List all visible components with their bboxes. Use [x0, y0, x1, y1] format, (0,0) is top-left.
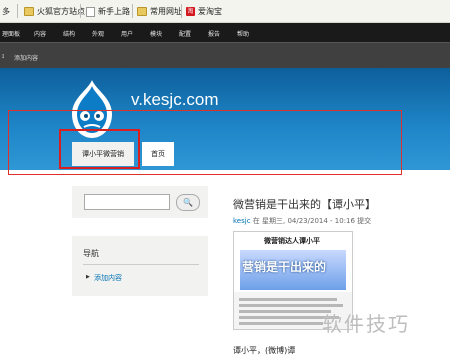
article-body: 谭小平，(微博)谭: [233, 346, 296, 355]
poster-heading: 微营销达人谭小平: [264, 237, 320, 245]
divider: [83, 264, 199, 265]
menu-item-modules[interactable]: 模块: [150, 29, 162, 38]
shortcut-marker: ɪ: [2, 53, 5, 60]
folder-icon: [24, 7, 34, 16]
menu-item-reports[interactable]: 报告: [208, 29, 220, 38]
bookmark-taobao[interactable]: 淘爱淘宝: [186, 6, 222, 17]
article-title[interactable]: 微营销是干出来的【谭小平】: [233, 196, 376, 212]
menu-item-content[interactable]: 内容: [34, 29, 46, 38]
article-meta: kesjc 在 星期三, 04/23/2014 - 10:16 提交: [233, 217, 372, 225]
toolbar-separator: [17, 4, 18, 18]
search-input[interactable]: [84, 194, 170, 210]
poster-top: 微营销达人谭小平: [234, 232, 352, 248]
menu-item-appearance[interactable]: 外观: [92, 29, 104, 38]
admin-menu-bar: 理面板 内容 结构 外观 用户 模块 配置 报告 帮助: [0, 23, 450, 42]
menu-item-configuration[interactable]: 配置: [179, 29, 191, 38]
toolbar-separator: [132, 4, 133, 18]
watermark: 软件技巧: [322, 312, 410, 336]
author-link[interactable]: kesjc: [233, 217, 251, 225]
menu-item-dashboard[interactable]: 理面板: [2, 29, 20, 38]
tab-home[interactable]: 首页: [142, 142, 174, 166]
search-block: 🔍: [72, 186, 208, 218]
navigation-block: 导航 ▶ 添加内容: [72, 236, 208, 296]
shortcut-bar: ɪ 添加内容: [0, 42, 450, 69]
toolbar-separator: [181, 4, 182, 18]
menu-item-structure[interactable]: 结构: [63, 29, 75, 38]
site-name[interactable]: v.kesjc.com: [131, 90, 219, 110]
arrow-right-icon: ▶: [86, 274, 90, 280]
bookmark-more[interactable]: 多: [2, 6, 10, 17]
poster-big-text: 营销是干出来的: [242, 260, 327, 274]
navigation-title: 导航: [83, 249, 99, 258]
folder-icon: [137, 7, 147, 16]
bookmark-firefox-site[interactable]: 火狐官方站点: [24, 6, 85, 17]
taobao-icon: 淘: [186, 7, 195, 16]
bookmark-newbie[interactable]: 新手上路: [86, 6, 130, 17]
nav-link-add-content[interactable]: 添加内容: [94, 273, 122, 283]
bookmark-common-sites[interactable]: 常用网址: [137, 6, 182, 17]
tab-highlight-box: [59, 129, 140, 169]
search-button[interactable]: 🔍: [176, 194, 200, 211]
menu-item-help[interactable]: 帮助: [237, 29, 249, 38]
shortcut-add-content[interactable]: 添加内容: [14, 53, 38, 62]
page-icon: [86, 6, 95, 17]
toolbar-separator: [80, 4, 81, 18]
menu-item-people[interactable]: 用户: [121, 29, 133, 38]
bookmarks-toolbar: 多 火狐官方站点 新手上路 常用网址 淘爱淘宝: [0, 0, 450, 23]
